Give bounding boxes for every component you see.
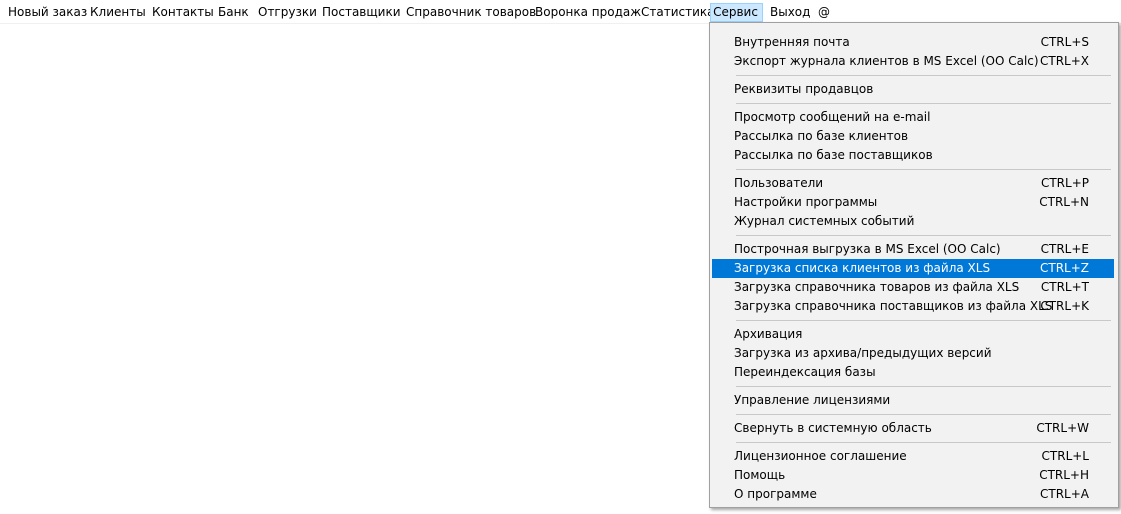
menu-statistics[interactable]: Статистика (641, 3, 715, 22)
shortcut-label: CTRL+N (1039, 195, 1089, 209)
menu-bank[interactable]: Банк (218, 3, 249, 22)
menu-separator (736, 169, 1111, 170)
menu-item-about[interactable]: О программе CTRL+A (712, 485, 1114, 504)
menu-clients[interactable]: Клиенты (90, 3, 146, 22)
menu-product-catalog[interactable]: Справочник товаров (406, 3, 536, 22)
shortcut-label: CTRL+S (1040, 35, 1089, 49)
menu-item-row-export-excel[interactable]: Построчная выгрузка в MS Excel (OO Calc)… (712, 240, 1114, 259)
menu-item-system-events-log[interactable]: Журнал системных событий (712, 212, 1114, 231)
menu-item-restore-from-archive[interactable]: Загрузка из архива/предыдущих версий (712, 344, 1114, 363)
menu-contacts[interactable]: Контакты (152, 3, 214, 22)
shortcut-label: CTRL+P (1040, 176, 1089, 190)
menu-separator (736, 103, 1111, 104)
shortcut-label: CTRL+X (1039, 54, 1089, 68)
menu-item-import-products-xls[interactable]: Загрузка справочника товаров из файла XL… (712, 278, 1114, 297)
shortcut-label: CTRL+K (1040, 299, 1089, 313)
menu-separator (736, 386, 1111, 387)
menu-item-minimize-to-tray[interactable]: Свернуть в системную область CTRL+W (712, 419, 1114, 438)
menu-item-internal-mail[interactable]: Внутренняя почта CTRL+S (712, 33, 1114, 52)
menu-item-archive[interactable]: Архивация (712, 325, 1114, 344)
shortcut-label: CTRL+A (1040, 487, 1089, 501)
menu-new-order[interactable]: Новый заказ (8, 3, 87, 22)
menu-item-mailing-clients[interactable]: Рассылка по базе клиентов (712, 127, 1114, 146)
menu-item-license-agreement[interactable]: Лицензионное соглашение CTRL+L (712, 447, 1114, 466)
menu-item-export-clients-journal[interactable]: Экспорт журнала клиентов в MS Excel (OO … (712, 52, 1114, 71)
menu-separator (736, 75, 1111, 76)
menu-service[interactable]: Сервис (710, 3, 763, 22)
service-dropdown-menu: Внутренняя почта CTRL+S Экспорт журнала … (709, 22, 1119, 508)
shortcut-label: CTRL+T (1040, 280, 1089, 294)
shortcut-label: CTRL+E (1040, 242, 1089, 256)
menu-item-help[interactable]: Помощь CTRL+H (712, 466, 1114, 485)
menu-item-seller-details[interactable]: Реквизиты продавцов (712, 80, 1114, 99)
menu-bar: Новый заказ Клиенты Контакты Банк Отгруз… (0, 0, 1121, 24)
menu-suppliers[interactable]: Поставщики (322, 3, 401, 22)
menu-separator (736, 235, 1111, 236)
menu-separator (736, 442, 1111, 443)
menu-separator (736, 414, 1111, 415)
shortcut-label: CTRL+W (1036, 421, 1089, 435)
menu-item-program-settings[interactable]: Настройки программы CTRL+N (712, 193, 1114, 212)
menu-item-import-clients-xls[interactable]: Загрузка списка клиентов из файла XLS CT… (712, 259, 1114, 278)
menu-item-view-email-messages[interactable]: Просмотр сообщений на e-mail (712, 108, 1114, 127)
shortcut-label: CTRL+H (1039, 468, 1089, 482)
menu-item-import-suppliers-xls[interactable]: Загрузка справочника поставщиков из файл… (712, 297, 1114, 316)
menu-at-sign[interactable]: @ (818, 3, 830, 22)
menu-sales-funnel[interactable]: Воронка продаж (535, 3, 641, 22)
menu-separator (736, 320, 1111, 321)
shortcut-label: CTRL+Z (1039, 261, 1089, 275)
menu-item-users[interactable]: Пользователи CTRL+P (712, 174, 1114, 193)
shortcut-label: CTRL+L (1041, 449, 1089, 463)
menu-exit[interactable]: Выход (770, 3, 810, 22)
menu-item-mailing-suppliers[interactable]: Рассылка по базе поставщиков (712, 146, 1114, 165)
menu-item-license-management[interactable]: Управление лицензиями (712, 391, 1114, 410)
menu-item-reindex-database[interactable]: Переиндексация базы (712, 363, 1114, 382)
menu-shipments[interactable]: Отгрузки (258, 3, 317, 22)
